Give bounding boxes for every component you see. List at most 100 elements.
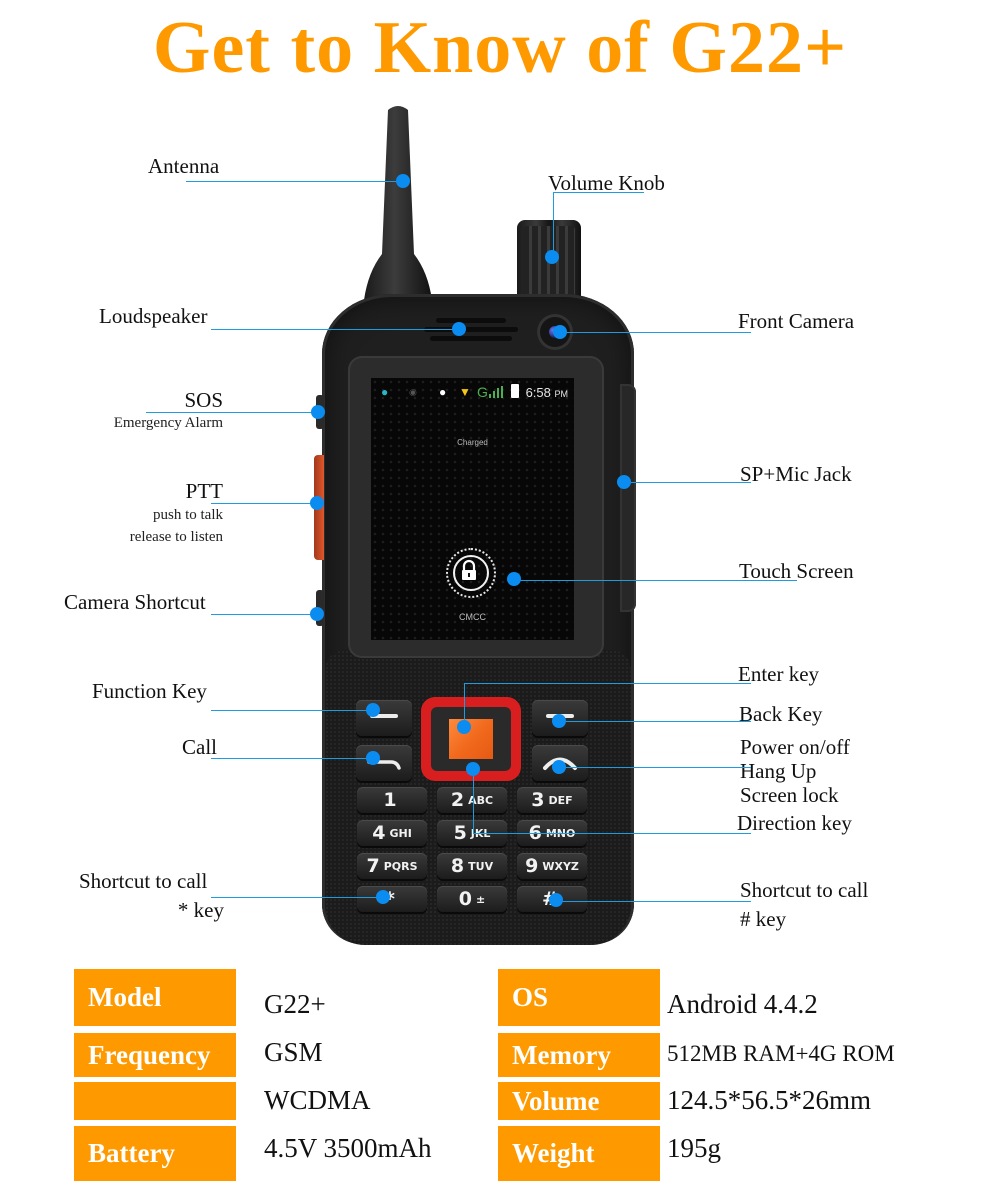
label-direction-key: Direction key [737, 811, 852, 835]
spec-value-battery: 4.5V 3500mAh [264, 1133, 432, 1163]
key-letters: DEF [548, 793, 573, 807]
key-digit: 7 [366, 855, 380, 877]
signal-bars-icon [489, 386, 503, 401]
status-bar: ● ◉ ● ▼ G 6:58 PM [371, 378, 574, 406]
padlock-icon [462, 559, 476, 580]
spec-value-os: Android 4.4.2 [667, 989, 818, 1019]
label-call: Call [182, 735, 217, 759]
key-letters: ABC [468, 793, 494, 807]
callout-line [560, 332, 751, 333]
battery-icon [511, 384, 519, 398]
key-3[interactable]: 3 DEF [517, 787, 587, 813]
key-digit: 4 [372, 822, 386, 844]
spec-value-volume: 124.5*56.5*26mm [667, 1085, 872, 1115]
key-letters: WXYZ [542, 859, 579, 873]
callout-line [186, 181, 404, 182]
callout-dot [549, 893, 563, 907]
callout-line [473, 768, 474, 834]
unlock-ring[interactable] [446, 548, 496, 598]
charged-status-text: Charged [457, 438, 488, 447]
spec-value-memory: 512MB RAM+4G ROM [667, 1041, 895, 1066]
carrier-name: CMCC [459, 612, 486, 622]
callout-dot [366, 703, 380, 717]
label-ptt-sub1: push to talk [153, 507, 223, 523]
key-2[interactable]: 2 ABC [437, 787, 507, 813]
label-ptt-sub2: release to listen [129, 529, 223, 545]
callout-dot [376, 890, 390, 904]
label-power: Power on/off [740, 735, 850, 759]
label-shortcut-star-key: * key [177, 898, 224, 922]
key-9[interactable]: 9 WXYZ [517, 853, 587, 879]
sp-mic-jack-cover [620, 384, 636, 612]
label-sp-mic-jack: SP+Mic Jack [740, 462, 852, 486]
key-star[interactable]: * [357, 886, 427, 912]
spec-label-weight: Weight [498, 1126, 660, 1181]
key-7[interactable]: 7 PQRS [357, 853, 427, 879]
call-key[interactable] [356, 745, 412, 781]
spec-label-frequency: Frequency [74, 1033, 236, 1077]
key-digit: 1 [383, 789, 397, 811]
label-hang-up: Hang Up [740, 759, 817, 783]
spec-label-volume: Volume [498, 1082, 660, 1120]
key-digit: 9 [525, 855, 539, 877]
callout-line [464, 683, 751, 684]
label-sos: SOS [184, 388, 223, 412]
callout-dot [617, 475, 631, 489]
callout-line [473, 833, 751, 834]
label-loudspeaker: Loudspeaker [99, 304, 208, 328]
callout-line [553, 192, 554, 256]
callout-line [560, 767, 751, 768]
location-pin-icon: ● [439, 385, 447, 399]
key-digit: 3 [531, 789, 545, 811]
callout-dot [396, 174, 410, 188]
key-letters: TUV [468, 859, 494, 873]
key-4[interactable]: 4 GHI [357, 820, 427, 846]
enter-key[interactable] [449, 719, 493, 759]
function-key[interactable] [356, 700, 412, 736]
wifi-icon: ▼ [459, 385, 471, 399]
callout-line [553, 192, 644, 193]
spec-label-frequency-cont [74, 1082, 236, 1120]
key-letters: PQRS [383, 859, 418, 873]
callout-line [211, 614, 317, 615]
callout-dot [552, 714, 566, 728]
time-value: 6:58 [525, 385, 551, 400]
label-shortcut-star: Shortcut to call [79, 869, 208, 893]
key-1[interactable]: 1 [357, 787, 427, 813]
spec-label-battery: Battery [74, 1126, 236, 1181]
spec-value-model: G22+ [264, 989, 326, 1019]
label-function-key: Function Key [92, 679, 207, 703]
label-screen-lock: Screen lock [740, 783, 839, 807]
sync-icon: ◉ [409, 387, 417, 397]
key-digit: 8 [450, 855, 465, 877]
loudspeaker-grille [418, 314, 524, 348]
callout-dot [452, 322, 466, 336]
key-digit: 2 [450, 789, 465, 811]
network-g-icon: G [477, 384, 488, 400]
callout-line [556, 901, 751, 902]
spec-value-weight: 195g [667, 1133, 721, 1163]
callout-line [211, 503, 317, 504]
key-digit: 5 [453, 822, 467, 844]
time-suffix: PM [554, 389, 569, 399]
callout-dot [545, 250, 559, 264]
callout-dot [553, 325, 567, 339]
key-letters: GHI [389, 826, 412, 840]
callout-dot [310, 496, 324, 510]
callout-dot [366, 751, 380, 765]
key-digit: 0 [458, 888, 472, 910]
key-8[interactable]: 8 TUV [437, 853, 507, 879]
callout-dot [457, 720, 471, 734]
callout-line [211, 897, 383, 898]
key-0[interactable]: 0 ± [437, 886, 507, 912]
status-time: 6:58 PM [526, 385, 568, 400]
callout-line [146, 412, 318, 413]
callout-line [211, 758, 377, 759]
label-shortcut-hash: Shortcut to call [740, 878, 869, 902]
spec-value-frequency-gsm: GSM [264, 1037, 323, 1067]
spec-label-memory: Memory [498, 1033, 660, 1077]
lock-circle [453, 555, 489, 591]
touch-screen[interactable]: ● ◉ ● ▼ G 6:58 PM Charged CMCC [371, 378, 574, 640]
callout-dot [507, 572, 521, 586]
spec-value-frequency-wcdma: WCDMA [264, 1085, 371, 1115]
